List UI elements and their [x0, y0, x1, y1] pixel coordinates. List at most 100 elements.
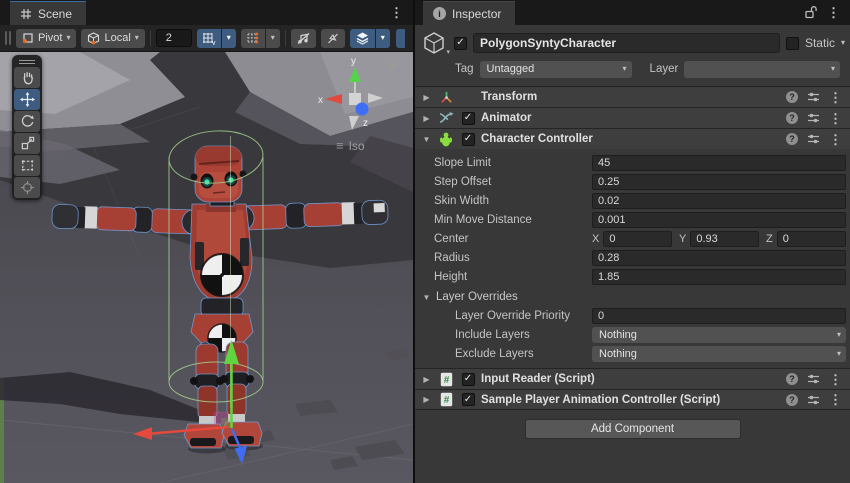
- foldout-closed-icon[interactable]: ▶: [421, 375, 432, 384]
- gizmo-z-sphere[interactable]: [356, 103, 369, 116]
- scene-menu-kebab-icon[interactable]: ⋮: [390, 6, 403, 19]
- layer-dropdown[interactable]: ▾: [684, 61, 840, 78]
- component-enabled-checkbox[interactable]: ✓: [462, 393, 475, 406]
- axis-x-field-label: X: [592, 233, 599, 245]
- handle-rotation-caret-icon: ▾: [135, 34, 139, 42]
- foldout-open-icon: ▼: [421, 293, 432, 302]
- pivot-caret-icon: ▾: [66, 34, 70, 42]
- center-z-input[interactable]: [777, 231, 846, 247]
- camera-fx-toggle[interactable]: [321, 29, 345, 48]
- exclude-layers-dropdown[interactable]: Nothing ▾: [592, 346, 846, 362]
- tag-dropdown[interactable]: Untagged ▾: [480, 61, 632, 78]
- foldout-closed-icon[interactable]: ▶: [421, 93, 432, 102]
- component-title: Character Controller: [481, 133, 781, 145]
- view-hand-tool-button[interactable]: [14, 67, 40, 88]
- presets-icon[interactable]: [807, 394, 820, 406]
- axis-x-label: x: [318, 95, 323, 106]
- active-checkbox[interactable]: ✓: [454, 37, 467, 50]
- pivot-dropdown[interactable]: Pivot ▾: [16, 29, 76, 48]
- lock-icon[interactable]: [804, 5, 817, 19]
- tab-inspector[interactable]: i Inspector: [423, 1, 515, 25]
- component-kebab-icon[interactable]: ⋮: [829, 133, 842, 146]
- scale-tool-button[interactable]: [14, 133, 40, 154]
- help-icon[interactable]: ?: [786, 394, 798, 406]
- component-kebab-icon[interactable]: ⋮: [829, 112, 842, 125]
- toolbar-overflow-button[interactable]: [396, 29, 405, 48]
- component-kebab-icon[interactable]: ⋮: [829, 393, 842, 406]
- layer-label: Layer: [650, 63, 679, 75]
- field-label: Radius: [434, 252, 592, 264]
- gameobject-caret-icon: ▾: [446, 48, 450, 56]
- svg-text:#: #: [443, 395, 449, 406]
- component-header-input-reader[interactable]: ▶ # ✓ Input Reader (Script) ? ⋮: [415, 368, 850, 389]
- help-icon[interactable]: ?: [786, 133, 798, 145]
- center-x-input[interactable]: [603, 231, 672, 247]
- component-enabled-checkbox[interactable]: ✓: [462, 112, 475, 125]
- projection-indicator[interactable]: ≡ Iso: [336, 138, 365, 153]
- presets-icon[interactable]: [807, 373, 820, 385]
- component-enabled-checkbox[interactable]: ✓: [462, 373, 475, 386]
- radius-input[interactable]: [592, 250, 846, 266]
- static-flags-caret-icon[interactable]: ▾: [841, 39, 845, 47]
- transform-combined-icon: [20, 180, 35, 195]
- effects-visibility-caret[interactable]: ▾: [376, 29, 390, 48]
- center-y-input[interactable]: [690, 231, 759, 247]
- layer-overrides-foldout[interactable]: ▼ Layer Overrides: [415, 288, 850, 306]
- inspector-body: ▾ ✓ Static ▾ Tag Untagged ▾ Layer: [415, 25, 850, 483]
- step-offset-input[interactable]: [592, 174, 846, 190]
- help-icon[interactable]: ?: [786, 91, 798, 103]
- component-header-character-controller[interactable]: ▼ ✓ Character Controller ?: [415, 128, 850, 149]
- component-enabled-checkbox[interactable]: ✓: [462, 133, 475, 146]
- inspector-menu-kebab-icon[interactable]: ⋮: [827, 6, 840, 19]
- component-header-animator[interactable]: ▶ ✓ Animator ? ⋮: [415, 107, 850, 128]
- scene-viewport[interactable]: x y z: [0, 52, 413, 483]
- static-checkbox[interactable]: [786, 37, 799, 50]
- tools-drag-handle[interactable]: [14, 57, 40, 66]
- audio-mute-toggle[interactable]: [291, 29, 316, 48]
- rect-transform-icon: [20, 158, 35, 173]
- foldout-closed-icon[interactable]: ▶: [421, 114, 432, 123]
- rect-tool-button[interactable]: [14, 155, 40, 176]
- add-component-button[interactable]: Add Component: [525, 419, 741, 439]
- snap-settings-caret[interactable]: ▾: [266, 29, 280, 48]
- field-label: Height: [434, 271, 592, 283]
- pivot-icon: [22, 32, 34, 44]
- presets-icon[interactable]: [807, 91, 820, 103]
- component-kebab-icon[interactable]: ⋮: [829, 91, 842, 104]
- component-header-transform[interactable]: ▶ Transform ?: [415, 86, 850, 107]
- slope-limit-input[interactable]: [592, 155, 846, 171]
- foldout-closed-icon[interactable]: ▶: [421, 395, 432, 404]
- gameobject-name-input[interactable]: [473, 33, 780, 53]
- component-kebab-icon[interactable]: ⋮: [829, 373, 842, 386]
- effects-visibility-toggle[interactable]: [350, 29, 375, 48]
- static-label: Static: [805, 36, 835, 50]
- rotate-tool-button[interactable]: [14, 111, 40, 132]
- snap-settings-toggle[interactable]: [241, 29, 265, 48]
- min-move-distance-input[interactable]: [592, 212, 846, 228]
- svg-text:#: #: [443, 375, 449, 386]
- skin-width-input[interactable]: [592, 193, 846, 209]
- field-label: Center: [434, 233, 592, 245]
- include-layers-dropdown[interactable]: Nothing ▾: [592, 327, 846, 343]
- toolbar-drag-handle[interactable]: [5, 31, 11, 45]
- grid-visibility-toggle[interactable]: y: [197, 29, 221, 48]
- component-title: Animator: [481, 112, 781, 124]
- tools-overlay: [12, 55, 42, 200]
- grid-visibility-caret[interactable]: ▾: [222, 29, 236, 48]
- component-header-sample-player-animation-controller[interactable]: ▶ # ✓ Sample Player Animation Controller…: [415, 389, 850, 410]
- foldout-open-icon[interactable]: ▼: [421, 135, 432, 144]
- tab-scene[interactable]: Scene: [10, 1, 86, 25]
- help-icon[interactable]: ?: [786, 112, 798, 124]
- move-tool-button[interactable]: [14, 89, 40, 110]
- field-label: Exclude Layers: [455, 348, 592, 360]
- grid-size-input[interactable]: [156, 29, 192, 47]
- help-icon[interactable]: ?: [786, 373, 798, 385]
- gameobject-icon[interactable]: ▾: [420, 30, 448, 56]
- transform-tool-button[interactable]: [14, 177, 40, 198]
- layer-override-priority-input[interactable]: [592, 308, 846, 324]
- presets-icon[interactable]: [807, 133, 820, 145]
- presets-icon[interactable]: [807, 112, 820, 124]
- toolbar-separator: [285, 30, 286, 46]
- height-input[interactable]: [592, 269, 846, 285]
- handle-rotation-dropdown[interactable]: Local ▾: [81, 29, 144, 48]
